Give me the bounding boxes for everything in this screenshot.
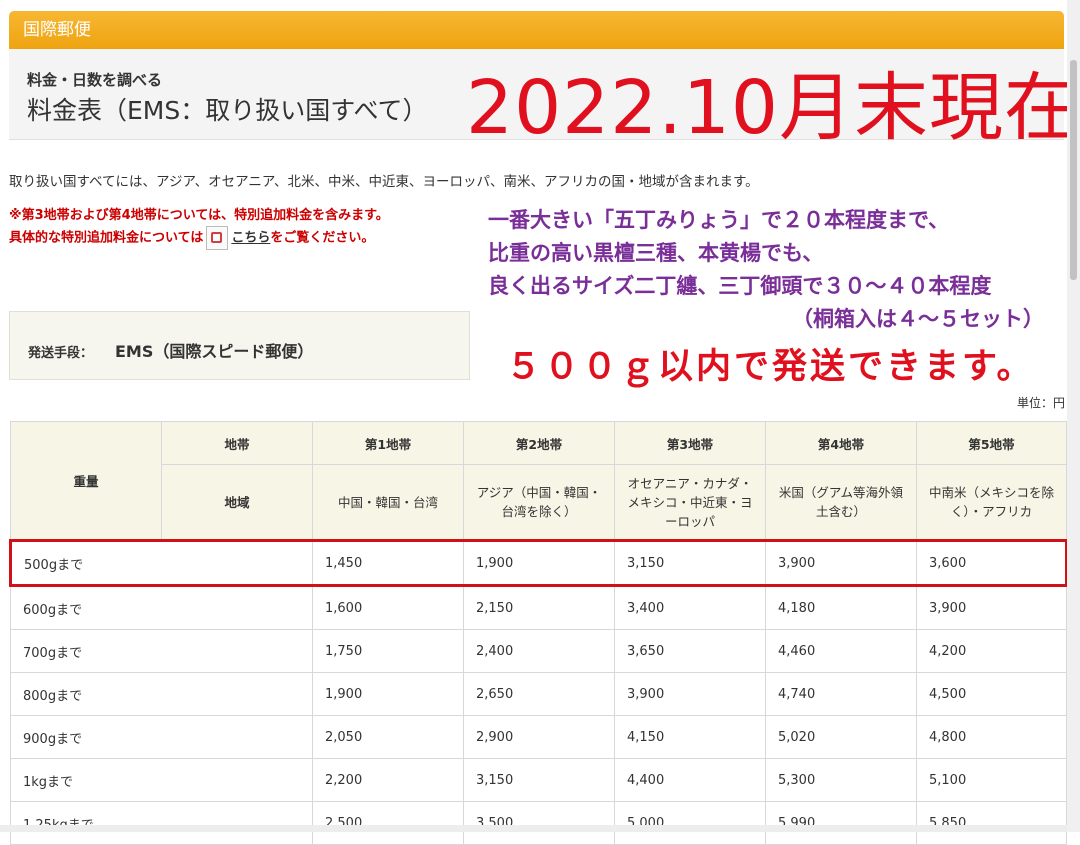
price-cell: 3,900 [916,585,1067,630]
weight-cell: 700gまで [10,629,313,673]
overlay-line-3: 良く出るサイズ二丁纏、三丁御頭で３０～４０本程度 [488,274,992,298]
table-row: 900gまで 2,050 2,900 4,150 5,020 4,800 [10,715,1067,759]
price-cell: 1,750 [312,629,464,673]
price-cell: 2,900 [463,715,615,759]
price-cell: 5,300 [765,758,917,802]
horizontal-scrollbar[interactable] [0,825,1067,832]
price-cell: 4,500 [916,672,1067,716]
overlay-line-2: 比重の高い黒檀三種、本黄楊でも、 [488,241,824,265]
table-row: 800gまで 1,900 2,650 3,900 4,740 4,500 [10,672,1067,716]
price-cell: 5,990 [765,801,917,845]
overlay-line-1: 一番大きい「五丁みりょう」で２０本程度まで、 [488,208,950,232]
price-cell: 5,100 [916,758,1067,802]
table-row: 600gまで 1,600 2,150 3,400 4,180 3,900 [10,585,1067,630]
zone-label-header: 地帯 [161,421,313,465]
price-cell: 3,650 [614,629,766,673]
weight-cell: 600gまで [10,585,313,630]
region-header: 中国・韓国・台湾 [312,464,464,541]
price-cell: 3,500 [463,801,615,845]
weight-cell: 1.25kgまで [10,801,313,845]
surcharge-note: ※第3地帯および第4地帯については、特別追加料金を含みます。 [9,208,389,223]
price-cell: 3,400 [614,585,766,630]
price-cell: 2,400 [463,629,615,673]
overlay-line-4: （桐箱入は４～５セット） [792,307,1044,331]
surcharge-link[interactable]: こちら [231,231,270,246]
shipping-method-value: EMS（国際スピード郵便） [115,342,314,361]
price-cell: 4,150 [614,715,766,759]
price-cell: 4,200 [916,629,1067,673]
region-header: オセアニア・カナダ・メキシコ・中近東・ヨーロッパ [614,464,766,541]
price-cell: 2,200 [312,758,464,802]
price-cell: 5,020 [765,715,917,759]
scrollbar-thumb[interactable] [1070,60,1077,280]
zone-header-row: 重量 地帯 第1地帯 第2地帯 第3地帯 第4地帯 第5地帯 [10,421,1067,541]
price-cell: 1,450 [312,539,464,587]
price-cell: 4,400 [614,758,766,802]
region-header: アジア（中国・韓国・台湾を除く） [463,464,615,541]
price-cell: 5,850 [916,801,1067,845]
surcharge-note-link-line: 具体的な特別追加料金については こちらをご覧ください。 [9,226,374,250]
shipping-method-box: 発送手段： EMS（国際スピード郵便） [9,311,470,380]
price-cell: 3,600 [916,539,1068,587]
overlay-date-text: 2022.10月末現在 [466,65,1080,151]
price-cell: 2,650 [463,672,615,716]
table-row: 1kgまで 2,200 3,150 4,400 5,300 5,100 [10,758,1067,802]
zone-header: 第1地帯 [312,421,464,465]
region-header-row: 地域 中国・韓国・台湾 アジア（中国・韓国・台湾を除く） オセアニア・カナダ・メ… [11,464,1067,541]
page-subtitle: 料金・日数を調べる [27,71,163,89]
price-cell: 4,460 [765,629,917,673]
coverage-description: 取り扱い国すべてには、アジア、オセアニア、北米、中米、中近東、ヨーロッパ、南米、… [9,174,759,190]
table-row: 1.25kgまで 2,500 3,500 5,000 5,990 5,850 [10,801,1067,845]
price-cell: 3,900 [765,539,917,587]
weight-cell: 900gまで [10,715,313,759]
price-cell: 2,050 [312,715,464,759]
price-cell: 2,500 [312,801,464,845]
price-cell: 4,740 [765,672,917,716]
price-cell: 3,150 [614,539,766,587]
weight-cell: 500gまで [9,539,313,587]
zone-header: 第3地帯 [614,421,766,465]
region-header: 米国（グアム等海外領土含む） [765,464,917,541]
surcharge-note-tail: をご覧ください。 [270,230,375,246]
unit-label: 単位：円 [1016,396,1065,410]
section-header: 国際郵便 [9,11,1064,49]
zone-header: 第5地帯 [916,421,1067,465]
shipping-method-label: 発送手段： [28,346,94,361]
overlay-big-text: ５００ｇ以内で発送できます。 [506,347,1035,387]
table-row: 700gまで 1,750 2,400 3,650 4,460 4,200 [10,629,1067,673]
zone-header: 第4地帯 [765,421,917,465]
pdf-icon[interactable] [206,226,229,250]
region-label-header: 地域 [161,464,313,541]
price-cell: 3,150 [463,758,615,802]
weight-cell: 1kgまで [10,758,313,802]
zone-header: 第2地帯 [463,421,615,465]
price-cell: 4,800 [916,715,1067,759]
page-title: 料金表（EMS：取り扱い国すべて） [27,96,428,125]
price-cell: 1,900 [312,672,464,716]
price-cell: 3,900 [614,672,766,716]
price-cell: 5,000 [614,801,766,845]
rate-table: 重量 地帯 第1地帯 第2地帯 第3地帯 第4地帯 第5地帯 地域 中国・韓国・… [9,421,1068,845]
vertical-scrollbar[interactable] [1067,0,1080,832]
surcharge-note-text: 具体的な特別追加料金については [9,230,204,246]
weight-cell: 800gまで [10,672,313,716]
price-cell: 2,150 [463,585,615,630]
price-cell: 1,600 [312,585,464,630]
price-cell: 1,900 [463,539,615,587]
weight-header: 重量 [10,421,162,541]
price-cell: 4,180 [765,585,917,630]
region-header: 中南米（メキシコを除く）・アフリカ [916,464,1067,541]
table-row: 500gまで 1,450 1,900 3,150 3,900 3,600 [9,539,1068,587]
